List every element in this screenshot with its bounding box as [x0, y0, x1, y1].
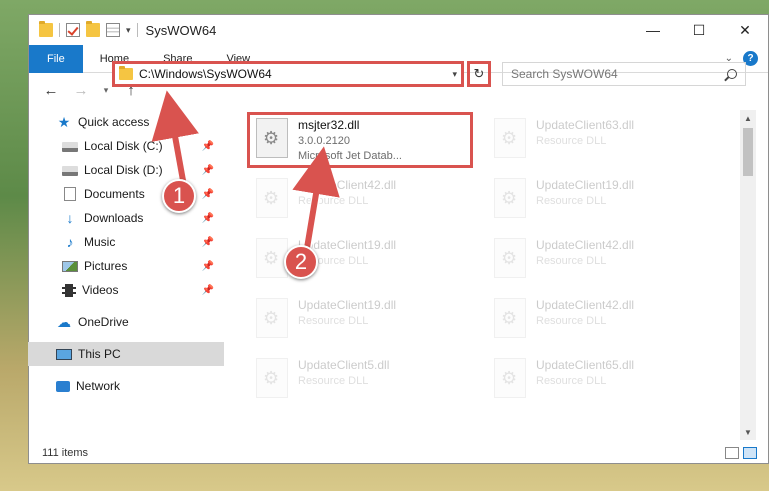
callout-badge-2: 2 — [284, 245, 318, 279]
callout-badge-1: 1 — [162, 179, 196, 213]
annotation-arrows — [151, 90, 340, 255]
arrow-two — [292, 146, 340, 255]
